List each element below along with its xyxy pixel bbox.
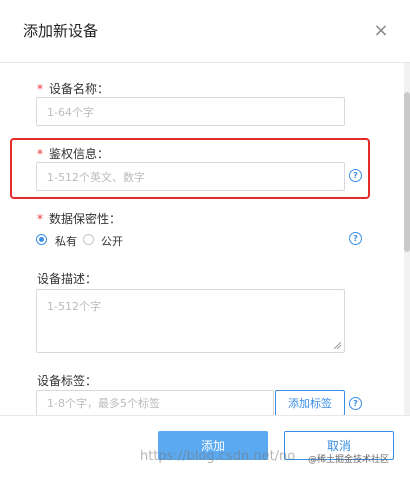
device-name-label: * 设备名称： <box>37 82 110 96</box>
auth-info-input[interactable]: 1-512个英文、数字 <box>36 162 345 191</box>
data-privacy-label: * 数据保密性： <box>37 212 122 226</box>
watermark-text: https://blog.csdn.net/no <box>140 449 296 464</box>
dialog-header: 添加新设备 × <box>0 0 410 63</box>
radio-public[interactable] <box>83 234 94 245</box>
dialog-title: 添加新设备 <box>23 22 99 40</box>
device-desc-textarea[interactable]: 1-512个字 <box>36 289 345 353</box>
close-icon[interactable]: × <box>372 22 390 40</box>
device-desc-placeholder: 1-512个字 <box>47 300 101 313</box>
device-desc-label: 设备描述： <box>37 272 98 286</box>
radio-private[interactable] <box>36 234 47 245</box>
device-name-input[interactable]: 1-64个字 <box>36 97 345 126</box>
device-name-placeholder: 1-64个字 <box>47 105 94 119</box>
required-mark: * <box>37 82 43 96</box>
resize-handle-icon[interactable] <box>334 342 341 349</box>
radio-public-label: 公开 <box>101 235 123 248</box>
device-tags-input[interactable]: 1-8个字，最多5个标签 <box>36 390 274 416</box>
device-tags-label: 设备标签： <box>37 374 98 388</box>
help-icon[interactable]: ? <box>349 397 362 410</box>
required-mark: * <box>37 212 43 226</box>
help-icon[interactable]: ? <box>349 169 362 182</box>
auth-info-label: * 鉴权信息： <box>37 147 110 161</box>
scrollbar-thumb[interactable] <box>404 92 410 252</box>
auth-info-placeholder: 1-512个英文、数字 <box>47 170 145 184</box>
help-icon[interactable]: ? <box>349 232 362 245</box>
watermark-small-text: @稀土掘金技术社区 <box>308 455 390 465</box>
add-tag-button[interactable]: 添加标签 <box>275 390 345 416</box>
device-tags-placeholder: 1-8个字，最多5个标签 <box>47 397 160 410</box>
required-mark: * <box>37 147 43 161</box>
radio-private-label: 私有 <box>55 235 77 248</box>
